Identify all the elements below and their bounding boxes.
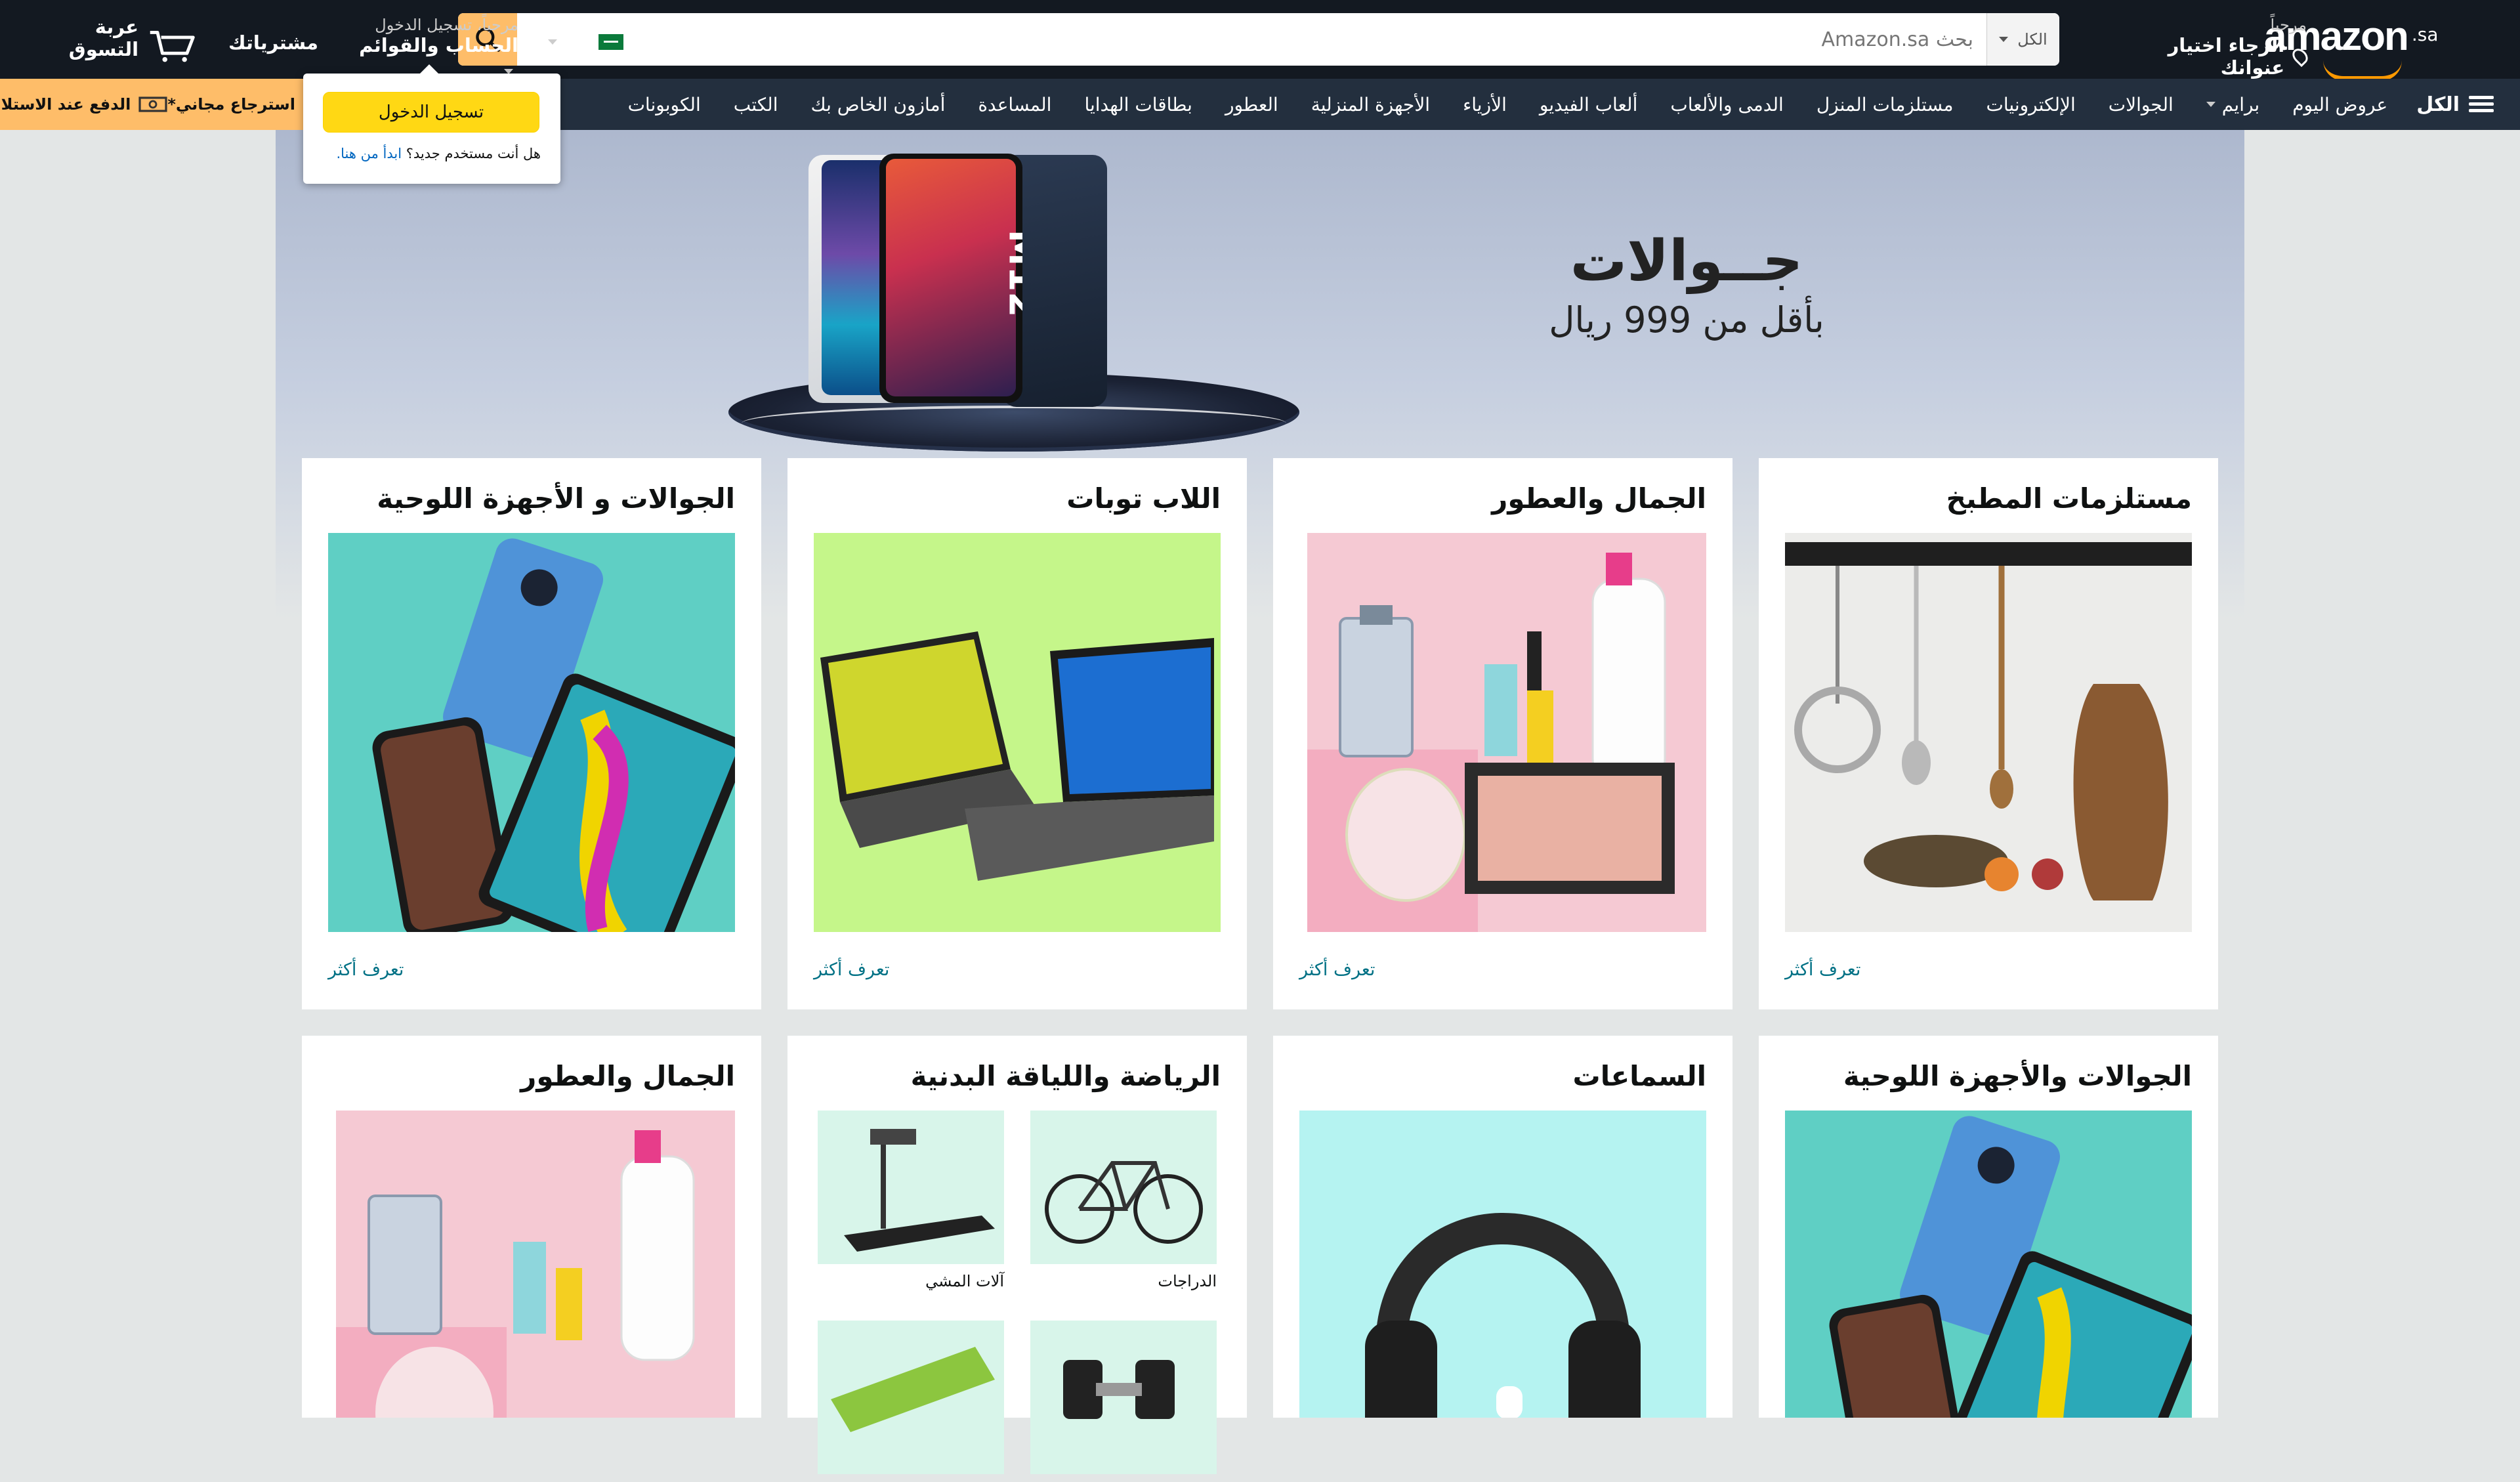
deliver-prompt: الرجاء اختيار عنوانك (2168, 34, 2285, 79)
nav-item-toys[interactable]: الدمى والألعاب (1670, 94, 1783, 116)
account-label: الحساب والقوائم (359, 34, 518, 56)
sports-item-label: الدراجات (1158, 1272, 1217, 1290)
sports-item-label: آلات المشي (925, 1272, 1004, 1290)
hamburger-icon (2469, 96, 2494, 113)
chevron-down-icon (1999, 37, 2009, 42)
nav-item-books[interactable]: الكتب (734, 94, 778, 116)
account-menu[interactable]: مرحباً، تسجيل الدخول الحساب والقوائم (341, 16, 518, 74)
nav-item-perfumes[interactable]: العطور (1225, 94, 1278, 116)
laptops-image[interactable] (814, 533, 1221, 932)
card-title: الجمال والعطور (520, 1060, 735, 1092)
cart-button[interactable]: عربة التسوق (26, 16, 197, 64)
card-mobiles-tablets-2: الجوالات والأجهزة اللوحية (1759, 1036, 2218, 1418)
yoga-mat-image (818, 1321, 1004, 1474)
card-title: الرياضة واللياقة البدنية (910, 1060, 1221, 1092)
nav-item-gift-cards[interactable]: بطاقات الهدايا (1084, 94, 1192, 116)
mobiles-tablets-image[interactable] (1785, 1111, 2192, 1418)
bicycle-image (1030, 1111, 1217, 1264)
nav-item-todays-deals[interactable]: عروض اليوم (2292, 94, 2387, 116)
signin-popover: تسجيل الدخول هل أنت مستخدم جديد؟ ابدأ من… (303, 64, 560, 184)
language-selector[interactable]: AR (545, 29, 623, 55)
orders-link[interactable]: مشترياتك (220, 32, 318, 54)
nav-item-help[interactable]: المساعدة (978, 94, 1051, 116)
all-menu-label: الكل (2416, 93, 2460, 116)
learn-more-link[interactable]: تعرف أكثر (1785, 960, 1860, 980)
card-kitchen: مستلزمات المطبخ تعرف أكثر (1759, 458, 2218, 1009)
card-title: الجوالات و الأجهزة اللوحية (377, 482, 735, 515)
sports-item-yoga-mat[interactable] (818, 1321, 1004, 1482)
new-user-label: هل أنت مستخدم جديد؟ (406, 146, 541, 161)
dumbbell-image (1030, 1321, 1217, 1474)
cart-icon (150, 30, 195, 62)
pedestal-ring-graphic (742, 406, 1286, 441)
mobiles-tablets-image[interactable] (328, 533, 747, 971)
cash-icon (138, 96, 167, 112)
sports-item-treadmills[interactable]: آلات المشي (818, 1111, 1004, 1290)
card-title: اللاب توبات (1066, 482, 1221, 515)
beauty-image[interactable] (1299, 533, 1706, 932)
sports-item-bicycles[interactable]: الدراجات (1030, 1111, 1217, 1290)
start-here-link[interactable]: ابدأ من هنا. (336, 146, 402, 161)
nav-item-coupons[interactable]: الكوبونات (628, 94, 701, 116)
saudi-flag-icon (598, 34, 623, 50)
promo-strip[interactable]: استرجاع مجاني* الدفع عند الاستلام (0, 79, 308, 130)
learn-more-link[interactable]: تعرف أكثر (1299, 960, 1375, 980)
free-returns-text: استرجاع مجاني* (167, 95, 295, 114)
language-label: AR (563, 31, 592, 53)
logo-smile-icon (2323, 60, 2402, 81)
front-phone-image: M12 (879, 154, 1022, 403)
nav-item-mobiles[interactable]: الجوالات (2109, 94, 2174, 116)
hero-subtitle: بأقل من 999 ريال (1549, 299, 1824, 341)
card-sports-fitness: الرياضة واللياقة البدنية الدراجات آلات ا… (788, 1036, 1247, 1474)
nav-item-fashion[interactable]: الأزياء (1463, 94, 1507, 116)
learn-more-link[interactable]: تعرف أكثر (328, 960, 404, 980)
hero-text-block: جــوالات بأقل من 999 ريال (1391, 228, 1982, 341)
new-user-text: هل أنت مستخدم جديد؟ ابدأ من هنا. (336, 146, 541, 161)
card-headphones: السماعات (1273, 1036, 1732, 1418)
card-laptops: اللاب توبات تعرف أكثر (788, 458, 1247, 1009)
card-title: السماعات (1572, 1060, 1707, 1092)
nav-item-electronics[interactable]: الإلكترونيات (1986, 94, 2076, 116)
search-category-label: الكل (2017, 30, 2048, 49)
headphones-image[interactable] (1299, 1111, 1706, 1418)
signin-button[interactable]: تسجيل الدخول (323, 92, 539, 133)
learn-more-link[interactable]: تعرف أكثر (814, 960, 889, 980)
card-mobiles-tablets: الجوالات و الأجهزة اللوحية تعرف أكثر (302, 458, 761, 1009)
search-input[interactable] (517, 13, 1986, 66)
chevron-down-icon (547, 39, 557, 45)
card-title: الجمال والعطور (1492, 482, 1706, 515)
nav-item-label: برايم (2221, 93, 2260, 116)
deliver-to[interactable]: مرحباً الرجاء اختيار عنوانك (2156, 16, 2311, 79)
account-greeting: مرحباً، تسجيل الدخول (375, 16, 518, 34)
beauty-image[interactable] (328, 1111, 735, 1418)
card-title: مستلزمات المطبخ (1946, 482, 2192, 515)
card-beauty-2: الجمال والعطور (302, 1036, 761, 1418)
logo-suffix: .sa (2411, 24, 2439, 45)
card-title: الجوالات والأجهزة اللوحية (1843, 1060, 2192, 1092)
treadmill-image (818, 1111, 1004, 1264)
hero-title: جــوالات (1570, 228, 1803, 294)
phone-model-label: M12 (1000, 229, 1022, 318)
nav-item-video-games[interactable]: ألعاب الفيديو (1540, 94, 1638, 116)
nav-item-home[interactable]: مستلزمات المنزل (1816, 94, 1954, 116)
cart-label: عربة التسوق (68, 16, 139, 60)
kitchen-image[interactable] (1785, 533, 2192, 932)
cash-on-delivery-text: الدفع عند الاستلام (0, 95, 131, 114)
nav-item-your-amazon[interactable]: أمازون الخاص بك (810, 94, 945, 116)
deliver-greeting: مرحباً (2270, 16, 2307, 34)
all-menu-button[interactable]: الكل (2416, 93, 2494, 116)
search-bar: الكل (458, 13, 2059, 66)
nav-item-prime[interactable]: برايم (2206, 94, 2259, 116)
sports-item-dumbbells[interactable] (1030, 1321, 1217, 1482)
card-beauty: الجمال والعطور تعرف أكثر (1273, 458, 1732, 1009)
nav-item-appliances[interactable]: الأجهزة المنزلية (1311, 94, 1430, 116)
search-category-dropdown[interactable]: الكل (1986, 13, 2059, 66)
top-header: .sa amazon مرحباً الرجاء اختيار عنوانك ا… (0, 0, 2520, 81)
chevron-down-icon (2206, 102, 2216, 107)
